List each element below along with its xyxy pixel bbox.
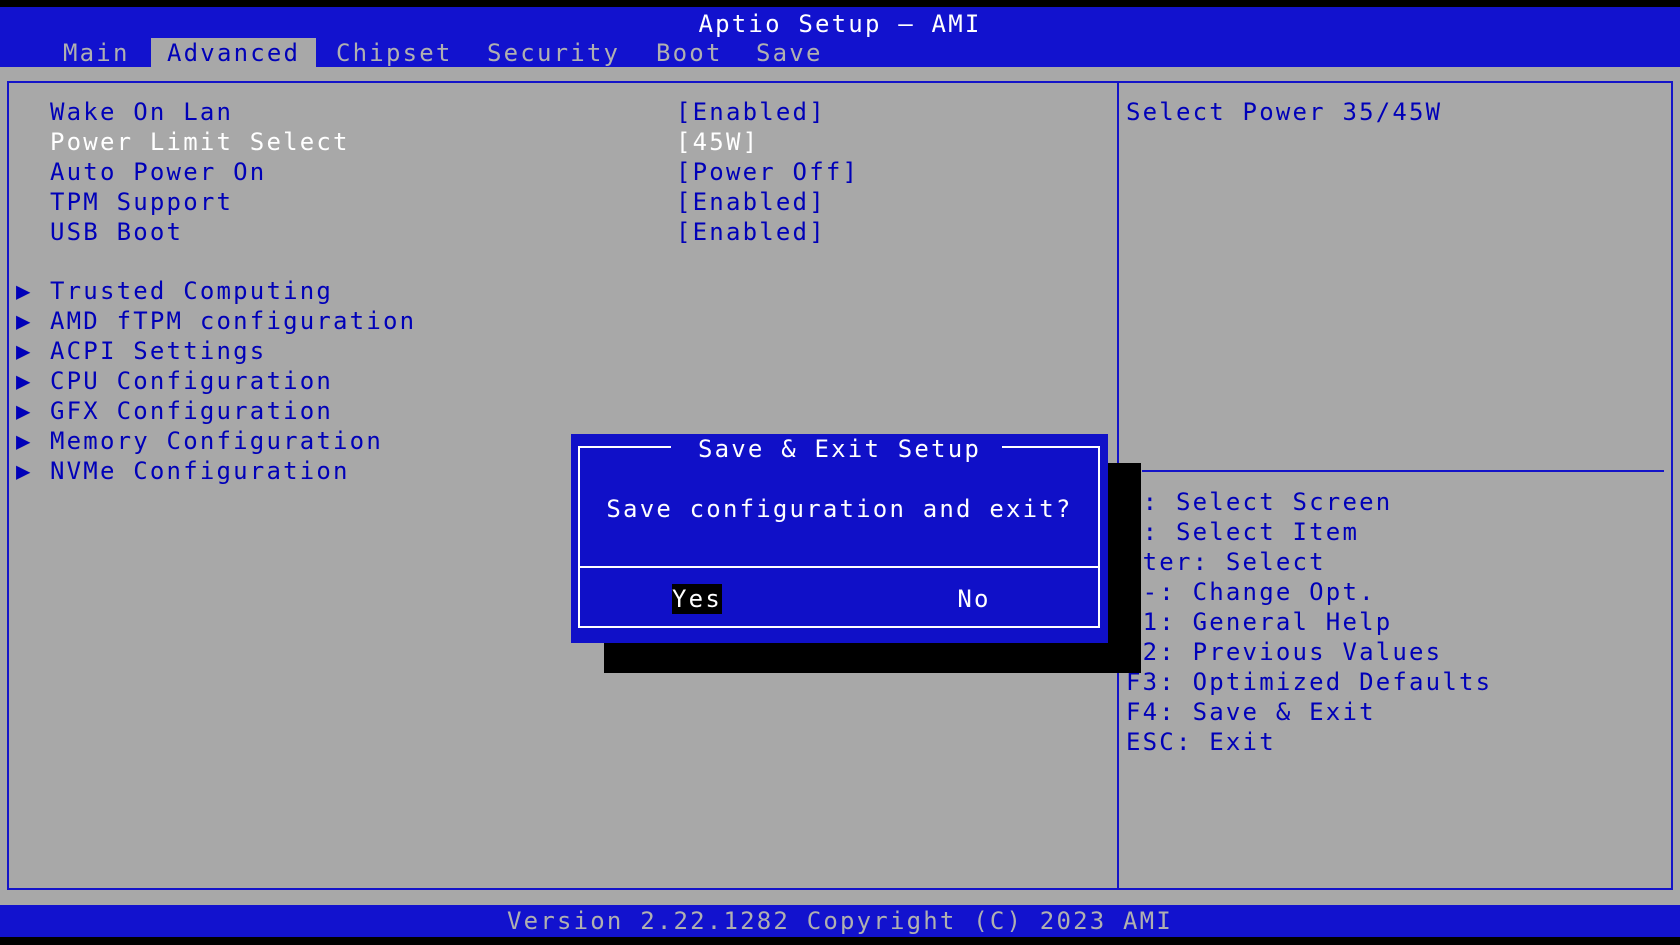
dialog-title: Save & Exit Setup (697, 435, 982, 463)
no-button[interactable]: No (954, 584, 994, 614)
key-help-select-item: ↓: Select Item (1126, 518, 1360, 546)
yes-button[interactable]: Yes (672, 584, 722, 614)
key-help-change-opt: /-: Change Opt. (1126, 578, 1376, 606)
key-help-save-exit: F4: Save & Exit (1126, 698, 1376, 726)
setup-title: Aptio Setup – AMI (698, 10, 982, 38)
submenu-label: CPU Configuration (50, 367, 334, 395)
tab-advanced[interactable]: Advanced (151, 38, 317, 68)
key-help-esc-exit: ESC: Exit (1126, 728, 1276, 756)
dialog-border (578, 446, 1100, 628)
key-help-select-screen: ←: Select Screen (1126, 488, 1393, 516)
setting-label: Power Limit Select (50, 128, 350, 156)
key-help-general-help: F1: General Help (1126, 608, 1393, 636)
setting-label: USB Boot (50, 218, 184, 246)
setting-label: Auto Power On (50, 158, 267, 186)
submenu-label: GFX Configuration (50, 397, 334, 425)
setting-value-auto-power-on[interactable]: [Power Off] (676, 157, 859, 187)
submenu-arrow-icon: ▶ (16, 457, 33, 485)
submenu-label: NVMe Configuration (50, 457, 350, 485)
key-help-optimized-defaults: F3: Optimized Defaults (1126, 668, 1493, 696)
submenu-label: AMD fTPM configuration (50, 307, 417, 335)
tab-main[interactable]: Main (47, 38, 146, 68)
help-divider (1142, 470, 1664, 472)
setting-value-power-limit[interactable]: [45W] (676, 127, 759, 157)
version-footer: Version 2.22.1282 Copyright (C) 2023 AMI (0, 905, 1680, 937)
item-help-text: Select Power 35/45W (1126, 98, 1443, 126)
key-help-previous-values: F2: Previous Values (1126, 638, 1443, 666)
submenu-arrow-icon: ▶ (16, 307, 33, 335)
help-frame (1117, 81, 1673, 890)
submenu-arrow-icon: ▶ (16, 277, 33, 305)
setting-value-usb-boot[interactable]: [Enabled] (676, 217, 826, 247)
main-panel: Wake On Lan [Enabled] Power Limit Select… (0, 67, 1680, 905)
tab-save-exit[interactable]: Save & Exit (740, 38, 839, 127)
dialog-message: Save configuration and exit? (606, 495, 1073, 523)
submenu-arrow-icon: ▶ (16, 397, 33, 425)
submenu-label: ACPI Settings (50, 337, 267, 365)
setting-value-wake-on-lan[interactable]: [Enabled] (676, 97, 826, 127)
setting-value-tpm-support[interactable]: [Enabled] (676, 187, 826, 217)
submenu-arrow-icon: ▶ (16, 427, 33, 455)
setting-label: Wake On Lan (50, 98, 234, 126)
submenu-label: Memory Configuration (50, 427, 383, 455)
dialog-separator (580, 566, 1098, 568)
submenu-arrow-icon: ▶ (16, 337, 33, 365)
key-help-enter-select: nter: Select (1126, 548, 1326, 576)
tab-boot[interactable]: Boot (640, 38, 739, 68)
submenu-label: Trusted Computing (50, 277, 334, 305)
save-exit-dialog: Save & Exit Setup Save configuration and… (571, 434, 1108, 643)
tab-security[interactable]: Security (471, 38, 636, 68)
top-bar: Aptio Setup – AMI Main Advanced Chipset … (0, 7, 1680, 127)
submenu-arrow-icon: ▶ (16, 367, 33, 395)
setting-label: TPM Support (50, 188, 234, 216)
tab-chipset[interactable]: Chipset (320, 38, 469, 68)
